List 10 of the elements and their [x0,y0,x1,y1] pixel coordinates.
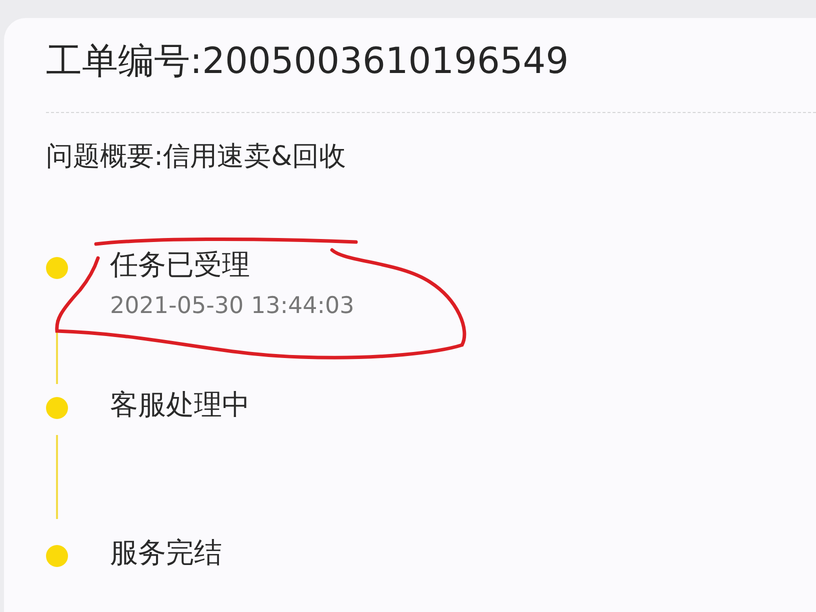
issue-summary: 问题概要:信用速卖&回收 [46,140,348,174]
timeline-dot [46,257,68,279]
timeline-dot [46,545,68,567]
timeline-dot [46,397,68,419]
step-title: 任务已受理 [110,247,251,283]
step-time: 2021-05-30 13:44:03 [110,292,354,321]
step-title: 服务完结 [110,535,222,571]
timeline-connector [56,320,58,384]
step-title: 客服处理中 [110,387,250,423]
ticket-number: 工单编号:2005003610196549 [46,40,570,84]
